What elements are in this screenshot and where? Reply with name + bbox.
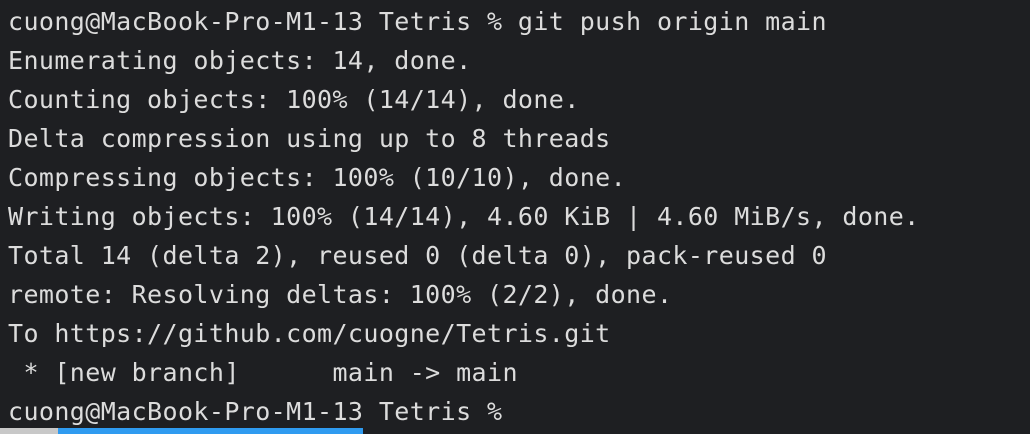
terminal-prompt[interactable]: cuong@MacBook-Pro-M1-13 Tetris % <box>8 392 1030 431</box>
terminal-line-output: * [new branch] main -> main <box>8 358 518 387</box>
terminal-line-command: cuong@MacBook-Pro-M1-13 Tetris % git pus… <box>8 7 827 36</box>
bottom-status-bar <box>0 428 1030 434</box>
status-bar-segment <box>0 428 58 434</box>
terminal-line-output: Counting objects: 100% (14/14), done. <box>8 85 580 114</box>
status-bar-highlight <box>58 428 363 434</box>
terminal-line-output: Delta compression using up to 8 threads <box>8 124 611 153</box>
terminal-line-output: Compressing objects: 100% (10/10), done. <box>8 163 627 192</box>
terminal-window[interactable]: cuong@MacBook-Pro-M1-13 Tetris % git pus… <box>0 0 1030 434</box>
terminal-line-output: Total 14 (delta 2), reused 0 (delta 0), … <box>8 241 827 270</box>
terminal-line-output: remote: Resolving deltas: 100% (2/2), do… <box>8 280 673 309</box>
terminal-line-output: To https://github.com/cuogne/Tetris.git <box>8 319 611 348</box>
terminal-line-output: Writing objects: 100% (14/14), 4.60 KiB … <box>8 202 920 231</box>
terminal-line-output: Enumerating objects: 14, done. <box>8 46 472 75</box>
